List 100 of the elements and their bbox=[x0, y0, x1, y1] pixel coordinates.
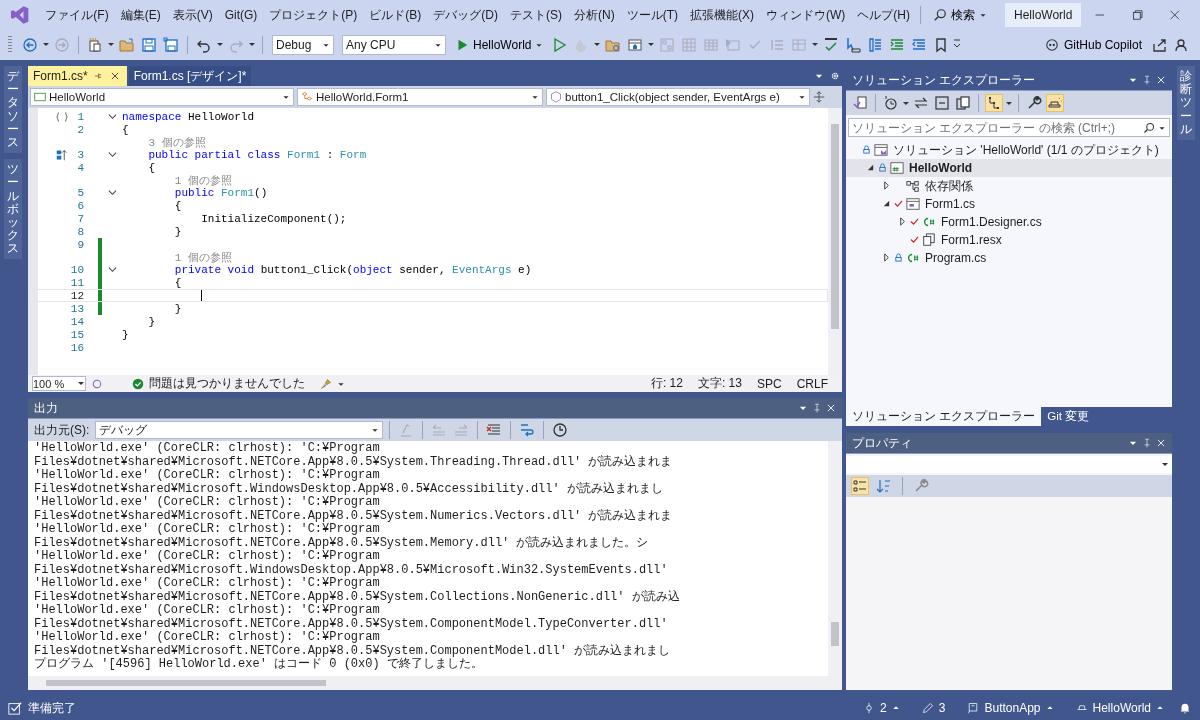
document-tab[interactable]: Form1.cs [デザイン]* bbox=[128, 66, 252, 86]
navigation-dropdown[interactable]: HelloWorld.Form1 bbox=[297, 88, 543, 106]
collapse-all-icon[interactable] bbox=[934, 95, 950, 111]
configuration-dropdown[interactable]: Debug bbox=[272, 35, 334, 55]
feedback-icon[interactable] bbox=[1174, 37, 1190, 53]
panel-tab[interactable]: Git 変更 bbox=[1041, 407, 1096, 426]
branch-button[interactable]: HelloWorld bbox=[1067, 699, 1172, 717]
columns-icon[interactable] bbox=[867, 37, 884, 53]
tree-item[interactable]: HelloWorld bbox=[846, 159, 1172, 177]
close-icon[interactable] bbox=[1168, 8, 1182, 22]
hierarchy-icon[interactable] bbox=[986, 95, 1002, 111]
tree-item[interactable]: ソリューション 'HelloWorld' (1/1 のプロジェクト) bbox=[846, 141, 1172, 159]
preview-icon[interactable] bbox=[1047, 95, 1063, 111]
output-source-dropdown[interactable]: デバッグ bbox=[95, 421, 384, 439]
navigation-dropdown[interactable]: button1_Click(object sender, EventArgs e) bbox=[546, 88, 810, 106]
copilot-button[interactable]: GitHub Copilot bbox=[1038, 36, 1148, 54]
clear-all-icon[interactable] bbox=[486, 422, 503, 438]
platform-dropdown[interactable]: Any CPU bbox=[342, 35, 446, 55]
zoom-dropdown[interactable]: 100 % bbox=[32, 376, 86, 391]
search-field[interactable]: ソリューション エクスプローラー の検索 (Ctrl+;) bbox=[848, 118, 1170, 137]
close-icon[interactable] bbox=[109, 71, 120, 81]
collapse-icon[interactable] bbox=[108, 112, 117, 121]
menu-item[interactable]: ビルド(B) bbox=[363, 3, 428, 27]
collapse-icon[interactable] bbox=[108, 150, 117, 159]
tree-item[interactable]: Program.cs bbox=[846, 249, 1172, 267]
pointer-icon[interactable] bbox=[845, 37, 862, 53]
navigation-dropdown[interactable]: HelloWorld bbox=[30, 88, 294, 106]
start-without-debugging-icon[interactable] bbox=[551, 37, 568, 53]
menu-item[interactable]: ファイル(F) bbox=[39, 3, 115, 27]
sync-icon[interactable] bbox=[913, 95, 929, 111]
tree-item[interactable]: Form1.cs bbox=[846, 195, 1172, 213]
collapsed-arrow-icon[interactable] bbox=[882, 253, 891, 262]
commits-button[interactable]: 2 bbox=[855, 699, 908, 717]
ring-icon[interactable] bbox=[91, 377, 103, 390]
repository-button[interactable]: ButtonApp bbox=[959, 699, 1062, 717]
search-button[interactable]: 検索 bbox=[925, 3, 995, 27]
collapsed-arrow-icon[interactable] bbox=[898, 217, 907, 226]
expanded-arrow-icon[interactable] bbox=[882, 199, 891, 208]
settings-icon[interactable] bbox=[830, 71, 840, 81]
issues-status[interactable]: 問題は見つかりませんでした bbox=[149, 375, 305, 392]
dependencies-icon bbox=[906, 179, 920, 193]
reference-count-link[interactable]: 1 個の参照 bbox=[174, 172, 232, 188]
search-icon[interactable] bbox=[1143, 121, 1155, 134]
app-logo-icon[interactable] bbox=[10, 5, 30, 25]
menu-item[interactable]: 拡張機能(X) bbox=[684, 3, 760, 27]
sort-icon[interactable] bbox=[876, 478, 892, 494]
brush-icon[interactable] bbox=[320, 377, 332, 390]
collapse-icon[interactable] bbox=[108, 265, 117, 274]
notification-icon[interactable] bbox=[1178, 701, 1192, 715]
whitespace-mode[interactable]: SPC bbox=[756, 376, 782, 391]
side-tab[interactable]: 診断ツール bbox=[1177, 66, 1195, 140]
tree-item[interactable]: Form1.Designer.cs bbox=[846, 213, 1172, 231]
collapse-icon[interactable] bbox=[108, 188, 117, 197]
menu-item[interactable]: ツール(T) bbox=[620, 3, 684, 27]
spell-check-icon[interactable] bbox=[823, 37, 840, 53]
menu-item[interactable]: 編集(E) bbox=[114, 3, 167, 27]
panel-tab[interactable]: ソリューション エクスプローラー bbox=[846, 407, 1042, 426]
menu-item[interactable]: 分析(N) bbox=[568, 3, 621, 27]
scrollbar-thumb[interactable] bbox=[831, 124, 839, 329]
new-item-icon[interactable] bbox=[87, 37, 103, 53]
scrollbar-thumb[interactable] bbox=[46, 680, 326, 686]
history-icon[interactable] bbox=[883, 95, 899, 111]
share-icon[interactable] bbox=[1152, 37, 1168, 53]
reference-count-link[interactable]: 1 個の参照 bbox=[174, 249, 232, 265]
menu-item[interactable]: 表示(V) bbox=[166, 3, 219, 27]
side-tab[interactable]: データソース bbox=[4, 66, 22, 154]
split-icon[interactable] bbox=[813, 91, 825, 103]
wrench-icon[interactable] bbox=[1026, 95, 1042, 111]
reference-count-link[interactable]: 3 個の参照 bbox=[148, 134, 206, 150]
menu-item[interactable]: プロジェクト(P) bbox=[263, 3, 364, 27]
window-title: HelloWorld bbox=[1005, 3, 1082, 27]
menu-item[interactable]: ウィンドウ(W) bbox=[760, 3, 852, 27]
document-tab[interactable]: Form1.cs* bbox=[28, 66, 127, 86]
pin-icon[interactable] bbox=[92, 71, 103, 81]
expanded-arrow-icon[interactable] bbox=[866, 163, 875, 172]
tree-item[interactable]: 依存関係 bbox=[846, 177, 1172, 195]
pin-icon[interactable] bbox=[1142, 75, 1152, 85]
line-ending[interactable]: CRLF bbox=[796, 376, 828, 391]
changes-button[interactable]: 3 bbox=[913, 699, 954, 717]
menu-item[interactable]: Git(G) bbox=[218, 5, 264, 25]
side-tab[interactable]: ツールボックス bbox=[4, 159, 22, 260]
restore-icon[interactable] bbox=[1130, 8, 1145, 22]
save-icon[interactable] bbox=[141, 37, 157, 53]
close-icon[interactable] bbox=[1156, 75, 1166, 85]
outdent-icon[interactable] bbox=[911, 37, 928, 53]
window-icon[interactable] bbox=[627, 37, 644, 53]
run-button[interactable]: HelloWorld bbox=[451, 36, 548, 54]
word-wrap-icon[interactable] bbox=[519, 422, 536, 438]
copy-icon[interactable] bbox=[955, 95, 971, 111]
back-icon[interactable] bbox=[22, 37, 38, 53]
switch-views-icon[interactable] bbox=[852, 95, 868, 111]
collapsed-arrow-icon[interactable] bbox=[882, 181, 891, 190]
tree-item[interactable]: Form1.resx bbox=[846, 231, 1172, 249]
menu-item[interactable]: テスト(S) bbox=[504, 3, 568, 27]
save-all-icon[interactable] bbox=[163, 37, 179, 53]
categorized-icon[interactable] bbox=[852, 478, 868, 494]
clock-icon[interactable] bbox=[552, 422, 569, 438]
scrollbar-thumb[interactable] bbox=[831, 622, 839, 646]
menu-item[interactable]: デバッグ(D) bbox=[427, 3, 504, 27]
menu-item[interactable]: ヘルプ(H) bbox=[851, 3, 916, 27]
